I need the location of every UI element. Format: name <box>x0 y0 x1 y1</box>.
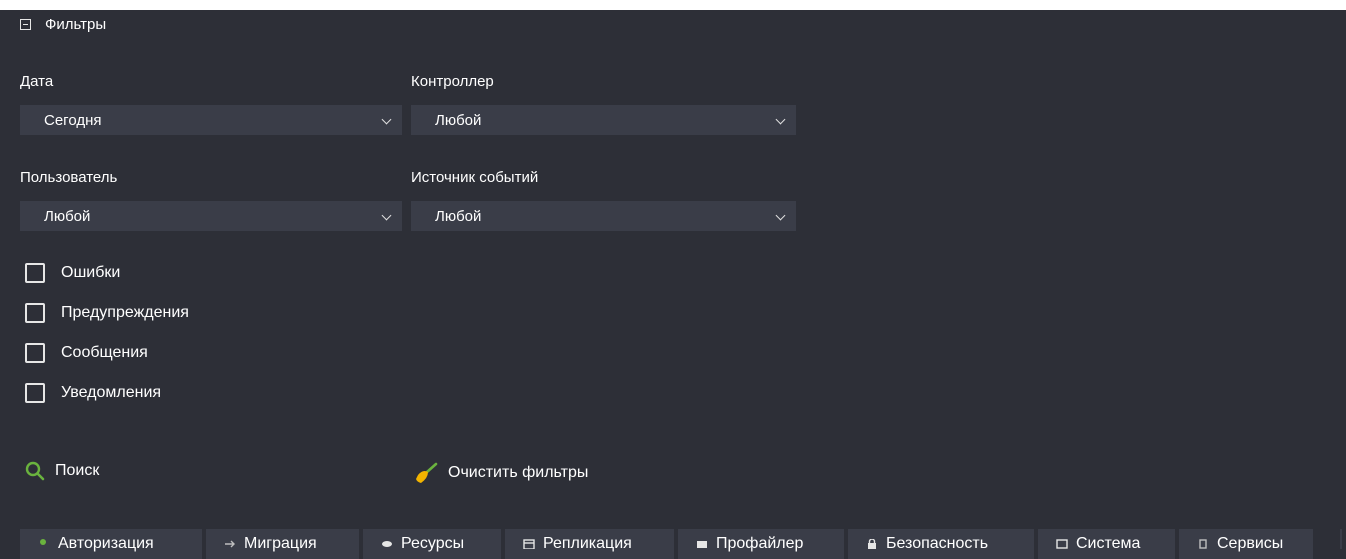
tab-replication[interactable]: Репликация <box>505 529 674 559</box>
tab-services[interactable]: Сервисы <box>1179 529 1313 559</box>
tab-label: Профайлер <box>716 535 804 552</box>
date-label: Дата <box>20 73 54 90</box>
tab-resources[interactable]: Ресурсы <box>363 529 501 559</box>
tab-security[interactable]: Безопасность <box>848 529 1034 559</box>
search-button-label: Поиск <box>55 462 100 479</box>
tab-label: Ресурсы <box>401 535 465 552</box>
controller-select-value: Любой <box>435 111 482 129</box>
controller-label: Контроллер <box>411 73 494 90</box>
checkbox-notifications[interactable]: Уведомления <box>25 383 161 403</box>
checkbox-box[interactable] <box>25 303 45 323</box>
tab-label: Безопасность <box>886 535 989 552</box>
checkbox-label: Ошибки <box>61 264 121 281</box>
tab-label: Миграция <box>244 535 317 552</box>
checkbox-box[interactable] <box>25 263 45 283</box>
category-tabs: Авторизация Миграция Ресурсы Репликация … <box>20 529 1313 559</box>
tab-profiler[interactable]: Профайлер <box>678 529 844 559</box>
checkbox-errors[interactable]: Ошибки <box>25 263 120 283</box>
user-select-value: Любой <box>44 207 91 225</box>
migration-icon <box>225 540 235 548</box>
chevron-down-icon <box>775 210 786 221</box>
tab-label: Авторизация <box>58 535 154 552</box>
database-icon <box>382 541 392 547</box>
collapse-icon[interactable] <box>20 18 31 30</box>
date-select-value: Сегодня <box>44 111 102 129</box>
date-select[interactable]: Сегодня <box>20 105 402 135</box>
chevron-down-icon <box>775 114 786 125</box>
tab-label: Сервисы <box>1217 535 1284 552</box>
filters-title: Фильтры <box>45 15 107 33</box>
top-strip <box>0 0 1346 10</box>
clear-filters-button[interactable]: Очистить фильтры <box>414 461 588 485</box>
tabs-overflow-edge <box>1340 529 1342 549</box>
monitor-icon <box>1056 539 1068 549</box>
event-source-select[interactable]: Любой <box>411 201 796 231</box>
clear-filters-label: Очистить фильтры <box>448 464 589 481</box>
tab-label: Репликация <box>543 535 632 552</box>
filters-header[interactable]: Фильтры <box>20 14 106 34</box>
calendar-icon <box>523 539 535 549</box>
services-icon <box>1199 539 1207 549</box>
tab-system[interactable]: Система <box>1038 529 1175 559</box>
broom-icon <box>416 462 438 483</box>
tab-migration[interactable]: Миграция <box>206 529 359 559</box>
tab-label: Система <box>1076 535 1141 552</box>
event-source-select-value: Любой <box>435 207 482 225</box>
user-label: Пользователь <box>20 169 118 186</box>
chevron-down-icon <box>381 210 392 221</box>
controller-select[interactable]: Любой <box>411 105 796 135</box>
lock-icon <box>868 539 876 549</box>
tab-authorization[interactable]: Авторизация <box>20 529 202 559</box>
checkbox-box[interactable] <box>25 343 45 363</box>
checkbox-warnings[interactable]: Предупреждения <box>25 303 189 323</box>
checkbox-label: Уведомления <box>61 384 162 401</box>
user-select[interactable]: Любой <box>20 201 402 231</box>
checkbox-label: Предупреждения <box>61 304 189 321</box>
profiler-icon <box>697 541 707 548</box>
checkbox-messages[interactable]: Сообщения <box>25 343 148 363</box>
event-source-label: Источник событий <box>411 169 539 186</box>
checkbox-box[interactable] <box>25 383 45 403</box>
search-icon <box>25 461 45 481</box>
checkbox-label: Сообщения <box>61 344 148 361</box>
search-button[interactable]: Поиск <box>25 461 99 481</box>
key-icon <box>40 539 46 545</box>
chevron-down-icon <box>381 114 392 125</box>
